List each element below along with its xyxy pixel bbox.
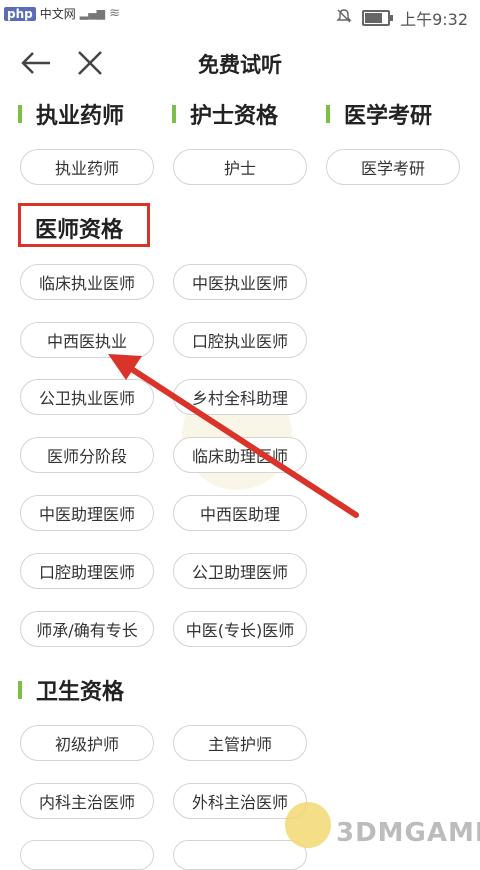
annotation-arrow xyxy=(108,354,359,518)
watermark-text: 3DMGAME xyxy=(336,818,480,848)
watermark-mascot xyxy=(285,802,331,848)
